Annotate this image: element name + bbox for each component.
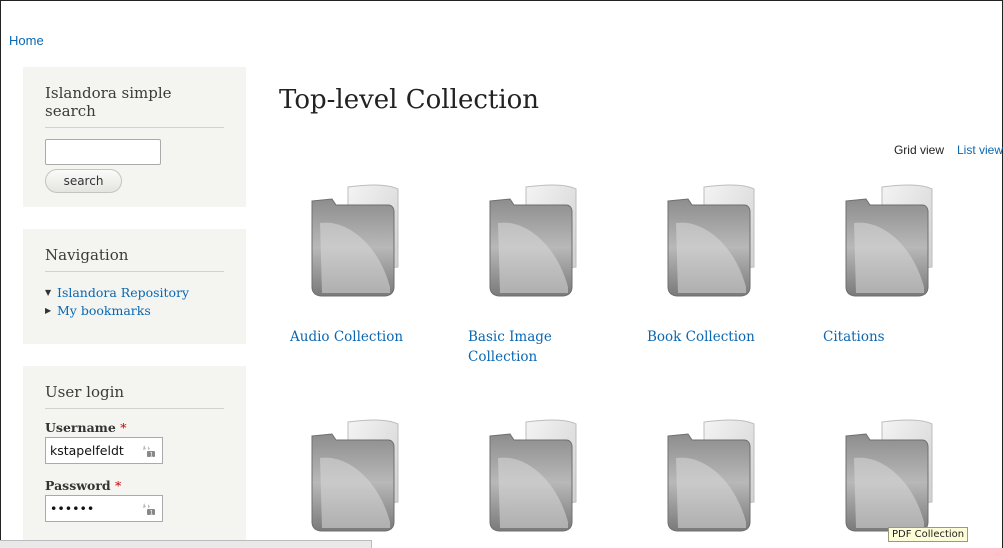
folder-icon[interactable] — [658, 418, 758, 536]
collection-item-basic-image[interactable] — [480, 183, 630, 301]
folder-icon[interactable] — [302, 183, 402, 301]
collection-item[interactable] — [658, 418, 808, 536]
collection-item-pdf[interactable] — [836, 418, 986, 536]
tooltip: PDF Collection — [888, 527, 969, 542]
password-label-text: Password — [45, 478, 111, 493]
search-block: Islandora simple search search — [23, 67, 246, 207]
nav-item-islandora-repository[interactable]: ▼ Islandora Repository — [45, 283, 224, 301]
collection-item[interactable] — [480, 418, 630, 536]
key-icon: 1 — [143, 445, 155, 459]
nav-item-my-bookmarks[interactable]: ▶ My bookmarks — [45, 301, 224, 319]
required-mark: * — [120, 420, 127, 435]
collection-item-citations[interactable] — [836, 183, 986, 301]
username-label: Username * — [45, 420, 224, 435]
search-block-title: Islandora simple search — [45, 84, 224, 128]
view-switcher: Grid view List view — [894, 143, 1003, 157]
nav-item-label[interactable]: Islandora Repository — [57, 285, 189, 300]
collection-item-audio[interactable] — [302, 183, 452, 301]
search-input[interactable] — [45, 139, 161, 165]
nav-item-label[interactable]: My bookmarks — [57, 303, 151, 318]
collection-item[interactable] — [302, 418, 452, 536]
breadcrumb-home[interactable]: Home — [9, 33, 44, 48]
folder-icon[interactable] — [480, 183, 580, 301]
navigation-block-title: Navigation — [45, 246, 224, 272]
collection-link-citations[interactable]: Citations — [823, 327, 973, 347]
triangle-down-icon: ▼ — [45, 287, 52, 297]
navigation-list: ▼ Islandora Repository ▶ My bookmarks — [45, 283, 224, 319]
svg-text:1: 1 — [150, 510, 154, 517]
folder-icon[interactable] — [302, 418, 402, 536]
username-value: kstapelfeldt — [50, 443, 124, 458]
page-title: Top-level Collection — [279, 85, 540, 115]
password-value: •••••• — [50, 501, 95, 516]
navigation-block: Navigation ▼ Islandora Repository ▶ My b… — [23, 229, 246, 344]
folder-icon[interactable] — [836, 183, 936, 301]
password-label: Password * — [45, 478, 224, 493]
password-field[interactable]: •••••• 1 — [45, 495, 163, 522]
collection-link-basic-image[interactable]: Basic Image Collection — [468, 327, 588, 367]
user-login-block: User login Username * kstapelfeldt 1 Pas… — [23, 366, 246, 548]
collection-link-book[interactable]: Book Collection — [647, 327, 797, 347]
folder-icon[interactable] — [836, 418, 936, 536]
browser-status-bar — [0, 540, 372, 548]
username-field[interactable]: kstapelfeldt 1 — [45, 437, 163, 464]
required-mark: * — [115, 478, 122, 493]
collection-link-audio[interactable]: Audio Collection — [290, 327, 440, 347]
folder-icon[interactable] — [480, 418, 580, 536]
user-login-title: User login — [45, 383, 224, 409]
triangle-right-icon: ▶ — [45, 305, 52, 315]
username-label-text: Username — [45, 420, 116, 435]
collection-item-book[interactable] — [658, 183, 808, 301]
svg-text:1: 1 — [150, 452, 154, 459]
key-icon: 1 — [143, 503, 155, 517]
search-button[interactable]: search — [45, 169, 122, 193]
list-view-link[interactable]: List view — [957, 143, 1003, 157]
grid-view-toggle[interactable]: Grid view — [894, 143, 944, 157]
folder-icon[interactable] — [658, 183, 758, 301]
